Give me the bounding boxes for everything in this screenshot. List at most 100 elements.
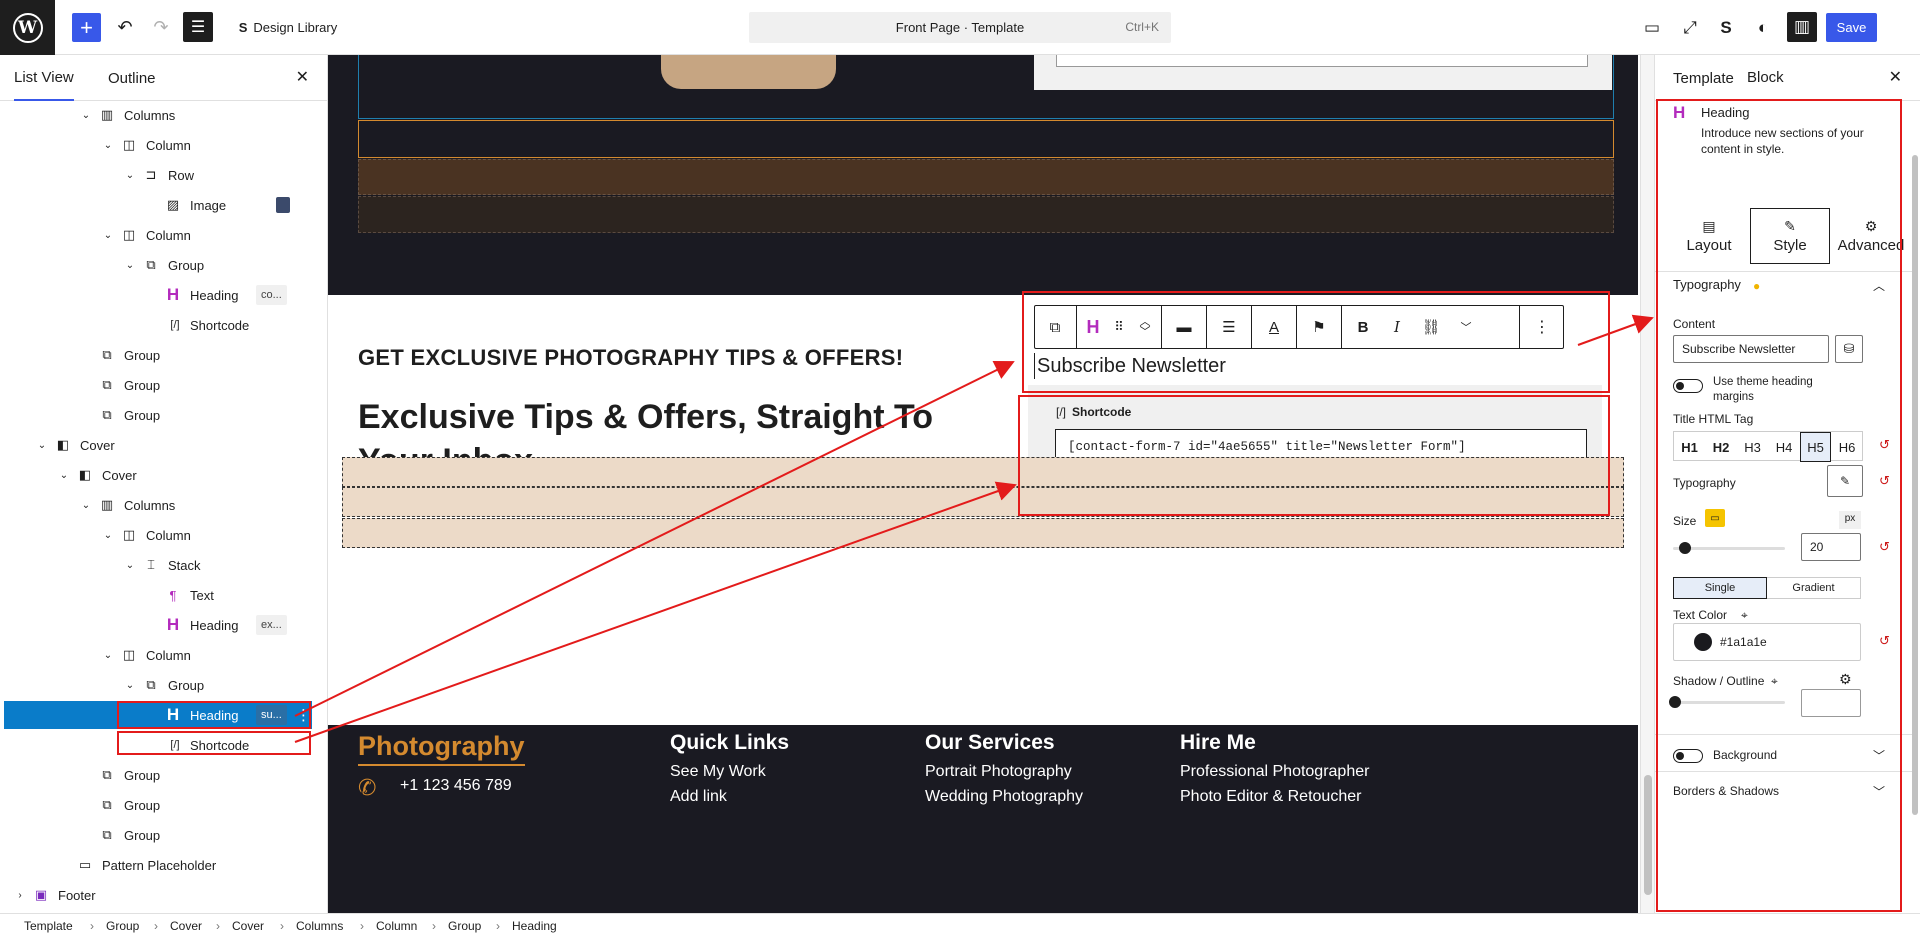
open-external-button[interactable]: ⤢	[1676, 14, 1704, 42]
list-view-item-pattern-placeholder[interactable]: ▭ Pattern Placeholder	[4, 851, 312, 879]
content-input[interactable]: Subscribe Newsletter	[1673, 335, 1829, 363]
drag-handle[interactable]: ⠿	[1107, 306, 1131, 348]
list-view-item-text[interactable]: ¶ Text	[4, 581, 312, 609]
list-view-item-row[interactable]: ⌄ ⊐ Row	[4, 161, 312, 189]
reset-icon[interactable]: ↺	[1879, 539, 1890, 555]
chevron-right-icon[interactable]: ›	[14, 890, 26, 901]
list-view-item-heading[interactable]: H Heading ex...	[4, 611, 312, 639]
chevron-down-icon[interactable]: ⌄	[80, 500, 92, 511]
list-view-item-group[interactable]: ⧉ Group	[4, 821, 312, 849]
stackable-settings-button[interactable]: S	[1712, 14, 1740, 42]
shadow-slider[interactable]	[1669, 696, 1785, 708]
more-formats-button[interactable]: ﹀	[1449, 306, 1483, 348]
chevron-down-icon[interactable]: ⌄	[102, 230, 114, 241]
command-palette-button[interactable]: Front Page · Template Ctrl+K	[749, 12, 1171, 43]
newsletter-kicker-heading[interactable]: GET EXCLUSIVE PHOTOGRAPHY TIPS & OFFERS!	[358, 345, 903, 371]
reset-icon[interactable]: ↺	[1879, 437, 1890, 453]
tag-h6-button[interactable]: H6	[1832, 432, 1863, 462]
text-align-button[interactable]: ☰	[1207, 306, 1251, 348]
spacer-beige-3[interactable]	[342, 518, 1624, 548]
typography-edit-button[interactable]: ✎	[1827, 465, 1863, 497]
list-view-item-group[interactable]: ⧉ Group	[4, 401, 312, 429]
list-view-item-column[interactable]: ⌄ ◫ Column	[4, 131, 312, 159]
chevron-down-icon[interactable]: ⌄	[124, 170, 136, 181]
list-view-item-columns[interactable]: ⌄ ▥ Columns	[4, 101, 312, 129]
list-view-item-stack[interactable]: ⌄ ⌶ Stack	[4, 551, 312, 579]
block-align-button[interactable]: ▬	[1162, 306, 1206, 348]
tab-list-view[interactable]: List View	[14, 55, 74, 101]
tab-advanced[interactable]: ⚙ Advanced	[1831, 208, 1911, 264]
tag-h2-button[interactable]: H2	[1706, 432, 1737, 462]
spacer-band-3[interactable]	[358, 196, 1614, 233]
size-slider[interactable]	[1673, 542, 1785, 554]
reset-icon[interactable]: ↺	[1879, 633, 1890, 649]
list-view-item-group[interactable]: ⧉ Group	[4, 371, 312, 399]
breadcrumb-item-heading[interactable]: Heading	[512, 919, 557, 933]
italic-button[interactable]: I	[1381, 306, 1413, 348]
list-view-item-group[interactable]: ⌄ ⧉ Group	[4, 671, 312, 699]
background-toggle[interactable]	[1673, 749, 1703, 763]
list-view-item-image[interactable]: ▨ Image	[4, 191, 312, 219]
gear-icon[interactable]: ⚙	[1839, 671, 1852, 687]
sidebar-scrollbar[interactable]	[1912, 155, 1918, 815]
color-mode-gradient[interactable]: Gradient	[1767, 577, 1861, 599]
size-input[interactable]: 20	[1801, 533, 1861, 561]
background-label[interactable]: Background	[1713, 747, 1777, 763]
theme-margins-toggle[interactable]	[1673, 379, 1703, 393]
list-view-item-group[interactable]: ⧉ Group	[4, 341, 312, 369]
list-view-item-columns[interactable]: ⌄ ▥ Columns	[4, 491, 312, 519]
color-mode-single[interactable]: Single	[1673, 577, 1767, 599]
breadcrumb-item-group[interactable]: Group	[106, 919, 139, 933]
block-options-button[interactable]: ⋮	[1521, 306, 1563, 348]
footer-add-link[interactable]: Add link	[670, 788, 727, 806]
spacer-beige-2[interactable]	[342, 487, 1624, 517]
breadcrumb-item-template[interactable]: Template	[24, 919, 73, 933]
typography-panel-toggle[interactable]: Typography	[1673, 277, 1741, 293]
borders-label[interactable]: Borders & Shadows	[1673, 783, 1779, 799]
footer-link[interactable]: Portrait Photography	[925, 763, 1072, 781]
footer-link[interactable]: See My Work	[670, 763, 766, 781]
close-settings-button[interactable]: ✕	[1889, 67, 1902, 87]
footer-link[interactable]: Wedding Photography	[925, 788, 1083, 806]
text-color-button[interactable]: A	[1252, 306, 1296, 348]
cursor-icon[interactable]: ⌖	[1741, 607, 1748, 623]
shadow-input[interactable]	[1801, 689, 1861, 717]
undo-button[interactable]: ↶	[112, 12, 138, 42]
size-unit-button[interactable]: px	[1839, 511, 1861, 529]
spacer-band-2[interactable]	[358, 159, 1614, 195]
chevron-down-icon[interactable]: ⌄	[102, 140, 114, 151]
preview-device-button[interactable]: ▭	[1638, 14, 1666, 42]
chevron-down-icon[interactable]: ⌄	[58, 470, 70, 481]
wordpress-logo-button[interactable]: W	[0, 0, 55, 55]
list-view-item-cover[interactable]: ⌄ ◧ Cover	[4, 461, 312, 489]
tag-h3-button[interactable]: H3	[1737, 432, 1768, 462]
spacer-band-1[interactable]	[358, 120, 1614, 158]
link-button[interactable]: ⛓	[1413, 306, 1449, 348]
transform-button[interactable]: ⧉	[1035, 306, 1075, 348]
settings-sidebar-button[interactable]: ▥	[1787, 12, 1817, 42]
chevron-down-icon[interactable]: ⌄	[124, 560, 136, 571]
footer-phone[interactable]: +1 123 456 789	[400, 777, 512, 795]
chevron-down-icon[interactable]: ⌄	[124, 680, 136, 691]
tag-h5-button[interactable]: H5	[1800, 432, 1831, 462]
breadcrumb-item-column[interactable]: Column	[376, 919, 417, 933]
list-view-item-heading[interactable]: H Heading co...	[4, 281, 312, 309]
hero-cover-section[interactable]	[328, 55, 1638, 295]
chevron-down-icon[interactable]: ⌄	[36, 440, 48, 451]
footer-our-services-title[interactable]: Our Services	[925, 731, 1055, 755]
dynamic-content-button[interactable]: ⛁	[1835, 335, 1863, 363]
chevron-up-icon[interactable]: ︿	[1873, 277, 1885, 294]
more-vertical-icon[interactable]: ⋮	[296, 706, 311, 724]
chevron-down-icon[interactable]: ⌄	[102, 530, 114, 541]
move-up-down-button[interactable]: ︿ ﹀	[1131, 306, 1159, 348]
chevron-down-icon[interactable]: ﹀	[1873, 783, 1885, 800]
tab-block[interactable]: Block	[1741, 55, 1790, 101]
slider-knob[interactable]	[1679, 542, 1691, 554]
heading-block-button[interactable]: H	[1079, 306, 1107, 348]
breadcrumb-item-cover[interactable]: Cover	[170, 919, 202, 933]
editor-canvas[interactable]: GET EXCLUSIVE PHOTOGRAPHY TIPS & OFFERS!…	[328, 55, 1638, 913]
close-list-view-button[interactable]: ✕	[296, 67, 309, 87]
list-view-item-group[interactable]: ⌄ ⧉ Group	[4, 251, 312, 279]
footer-quick-links-title[interactable]: Quick Links	[670, 731, 789, 755]
list-view-item-group[interactable]: ⧉ Group	[4, 791, 312, 819]
